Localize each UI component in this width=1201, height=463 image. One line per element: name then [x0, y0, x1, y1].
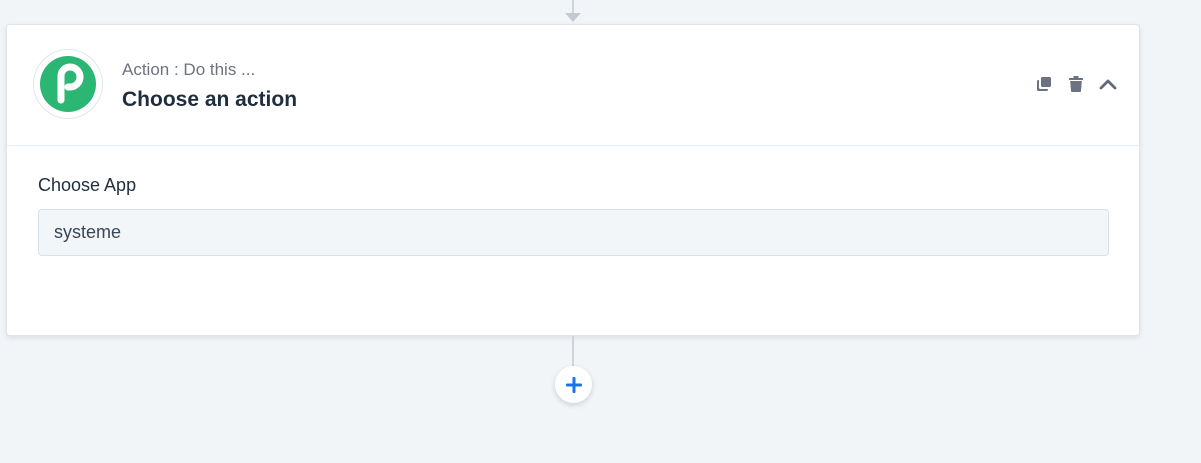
choose-app-input[interactable]: [38, 209, 1109, 256]
action-step-card: Action : Do this ... Choose an action Ch…: [6, 24, 1140, 336]
step-body: Choose App: [7, 146, 1139, 256]
connector-line-bottom: [572, 336, 574, 366]
trash-icon[interactable]: [1067, 75, 1085, 93]
pabbly-p-logo-icon: [40, 56, 96, 112]
copy-icon[interactable]: [1035, 75, 1053, 93]
step-title: Choose an action: [122, 88, 298, 111]
chevron-up-icon[interactable]: [1099, 75, 1117, 93]
step-kind-label: Action : Do this ...: [122, 60, 256, 79]
app-logo: [33, 49, 103, 119]
connector-line-top: [572, 0, 574, 14]
choose-app-label: Choose App: [38, 175, 137, 195]
step-actions: [1035, 75, 1117, 93]
add-step-button[interactable]: [555, 366, 592, 403]
step-header[interactable]: Action : Do this ... Choose an action: [7, 25, 1139, 146]
connector-arrow-icon: [565, 13, 581, 22]
plus-icon: [565, 376, 582, 393]
workflow-canvas: Action : Do this ... Choose an action Ch…: [0, 0, 1201, 463]
